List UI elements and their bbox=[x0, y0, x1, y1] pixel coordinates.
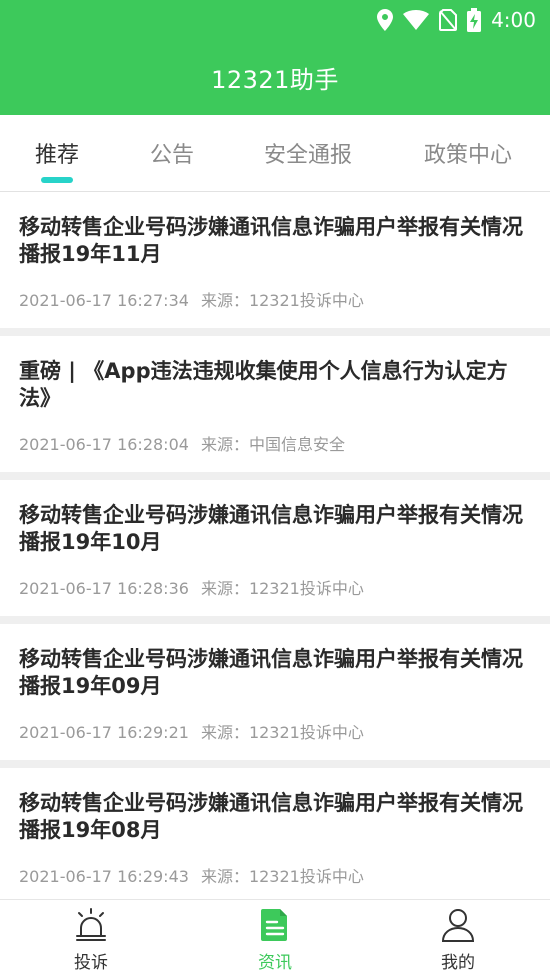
tab-recommend[interactable]: 推荐 bbox=[35, 137, 79, 169]
article-source: 来源：12321投诉中心 bbox=[200, 723, 364, 742]
nav-profile[interactable]: 我的 bbox=[398, 900, 518, 979]
article-title: 重磅 | 《App违法违规收集使用个人信息行为认定方法》 bbox=[19, 359, 508, 410]
news-document-icon bbox=[261, 909, 287, 941]
nav-label: 投诉 bbox=[74, 953, 108, 973]
article-source: 来源：12321投诉中心 bbox=[200, 579, 364, 598]
article-meta: 2021-06-17 16:27:34 来源：12321投诉中心 bbox=[19, 287, 531, 311]
article-source: 来源：12321投诉中心 bbox=[200, 867, 364, 886]
status-bar: 4:00 bbox=[377, 6, 536, 34]
page-title: 12321助手 bbox=[211, 66, 339, 94]
article-list: 移动转售企业号码涉嫌通讯信息诈骗用户举报有关情况播报19年11月 2021-06… bbox=[0, 192, 550, 899]
article-source: 来源：中国信息安全 bbox=[200, 435, 345, 454]
no-sim-icon bbox=[439, 9, 458, 31]
person-icon bbox=[441, 909, 475, 942]
article-meta: 2021-06-17 16:28:36 来源：12321投诉中心 bbox=[19, 575, 531, 599]
article-datetime: 2021-06-17 16:29:43 bbox=[19, 867, 189, 886]
tab-policy-center[interactable]: 政策中心 bbox=[424, 137, 512, 169]
list-item[interactable]: 移动转售企业号码涉嫌通讯信息诈骗用户举报有关情况播报19年08月 2021-06… bbox=[0, 768, 550, 899]
article-title: 移动转售企业号码涉嫌通讯信息诈骗用户举报有关情况播报19年11月 bbox=[19, 215, 523, 266]
article-meta: 2021-06-17 16:29:21 来源：12321投诉中心 bbox=[19, 719, 531, 743]
category-tabs: 推荐 公告 安全通报 政策中心 bbox=[0, 115, 550, 192]
article-title: 移动转售企业号码涉嫌通讯信息诈骗用户举报有关情况播报19年09月 bbox=[19, 647, 523, 698]
app-header: 4:00 12321助手 bbox=[0, 0, 550, 115]
nav-news[interactable]: 资讯 bbox=[215, 900, 335, 979]
list-item[interactable]: 重磅 | 《App违法违规收集使用个人信息行为认定方法》 2021-06-17 … bbox=[0, 336, 550, 472]
battery-charging-icon bbox=[467, 8, 482, 32]
bottom-navigation: 投诉 资讯 我的 bbox=[0, 899, 550, 979]
article-datetime: 2021-06-17 16:27:34 bbox=[19, 291, 189, 310]
status-time: 4:00 bbox=[491, 8, 536, 32]
nav-label: 我的 bbox=[441, 953, 475, 973]
alarm-icon bbox=[76, 908, 106, 941]
location-icon bbox=[377, 9, 394, 31]
nav-complaint[interactable]: 投诉 bbox=[31, 900, 151, 979]
wifi-icon bbox=[403, 10, 430, 30]
article-datetime: 2021-06-17 16:28:04 bbox=[19, 435, 189, 454]
nav-label: 资讯 bbox=[258, 953, 292, 973]
article-source: 来源：12321投诉中心 bbox=[200, 291, 364, 310]
list-item[interactable]: 移动转售企业号码涉嫌通讯信息诈骗用户举报有关情况播报19年11月 2021-06… bbox=[0, 192, 550, 328]
article-meta: 2021-06-17 16:29:43 来源：12321投诉中心 bbox=[19, 863, 531, 887]
article-datetime: 2021-06-17 16:29:21 bbox=[19, 723, 189, 742]
active-tab-indicator bbox=[41, 177, 73, 183]
list-item[interactable]: 移动转售企业号码涉嫌通讯信息诈骗用户举报有关情况播报19年10月 2021-06… bbox=[0, 480, 550, 616]
tab-announcement[interactable]: 公告 bbox=[150, 137, 194, 169]
article-meta: 2021-06-17 16:28:04 来源：中国信息安全 bbox=[19, 431, 531, 455]
tab-security-bulletin[interactable]: 安全通报 bbox=[264, 137, 352, 169]
article-title: 移动转售企业号码涉嫌通讯信息诈骗用户举报有关情况播报19年08月 bbox=[19, 791, 523, 842]
article-datetime: 2021-06-17 16:28:36 bbox=[19, 579, 189, 598]
article-title: 移动转售企业号码涉嫌通讯信息诈骗用户举报有关情况播报19年10月 bbox=[19, 503, 523, 554]
list-item[interactable]: 移动转售企业号码涉嫌通讯信息诈骗用户举报有关情况播报19年09月 2021-06… bbox=[0, 624, 550, 760]
